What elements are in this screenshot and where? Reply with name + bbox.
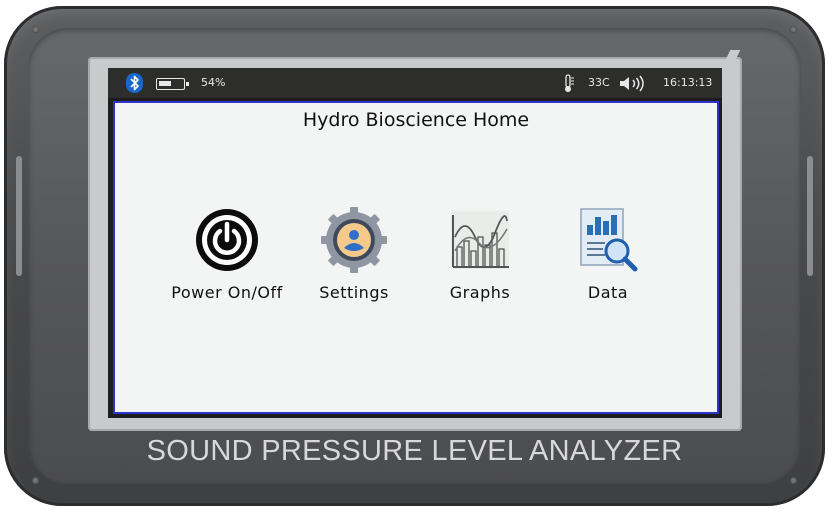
data-search-icon [580, 208, 638, 272]
screw-dot [790, 477, 797, 484]
home-screen: Hydro Bioscience Home Power On/Off Setti… [113, 101, 719, 414]
battery-icon [156, 78, 189, 90]
battery-percent: 54% [201, 76, 226, 89]
screw-dot [790, 26, 797, 33]
temperature-readout: 33C [588, 76, 610, 89]
device-model-label: SOUND PRESSURE LEVEL ANALYZER [146, 435, 683, 467]
clock: 16:13:13 [663, 76, 713, 89]
right-side-button [807, 156, 813, 276]
settings-app-label: Settings [319, 283, 389, 302]
display-screen: 54% 33C 16:13:13 Hydro Bioscience Home P… [108, 68, 722, 418]
data-app-button[interactable]: Data [543, 207, 673, 302]
thermometer-icon [565, 74, 574, 92]
settings-app-button[interactable]: Settings [289, 207, 419, 302]
screw-dot [32, 26, 39, 33]
power-app-label: Power On/Off [171, 283, 283, 302]
left-side-button [16, 156, 22, 276]
screw-dot [32, 477, 39, 484]
battery-tip [186, 82, 189, 86]
settings-gear-icon [321, 207, 387, 273]
page-title: Hydro Bioscience Home [302, 109, 530, 131]
power-app-button[interactable]: Power On/Off [162, 207, 292, 302]
graphs-app-button[interactable]: Graphs [415, 207, 545, 302]
power-icon [196, 209, 258, 271]
data-app-label: Data [587, 283, 629, 302]
battery-level-fill [159, 81, 171, 86]
graphs-app-label: Graphs [449, 283, 511, 302]
speaker-icon[interactable] [619, 75, 647, 92]
graphs-icon [451, 211, 509, 269]
bluetooth-icon[interactable] [126, 73, 143, 93]
status-bar: 54% 33C 16:13:13 [108, 68, 722, 98]
